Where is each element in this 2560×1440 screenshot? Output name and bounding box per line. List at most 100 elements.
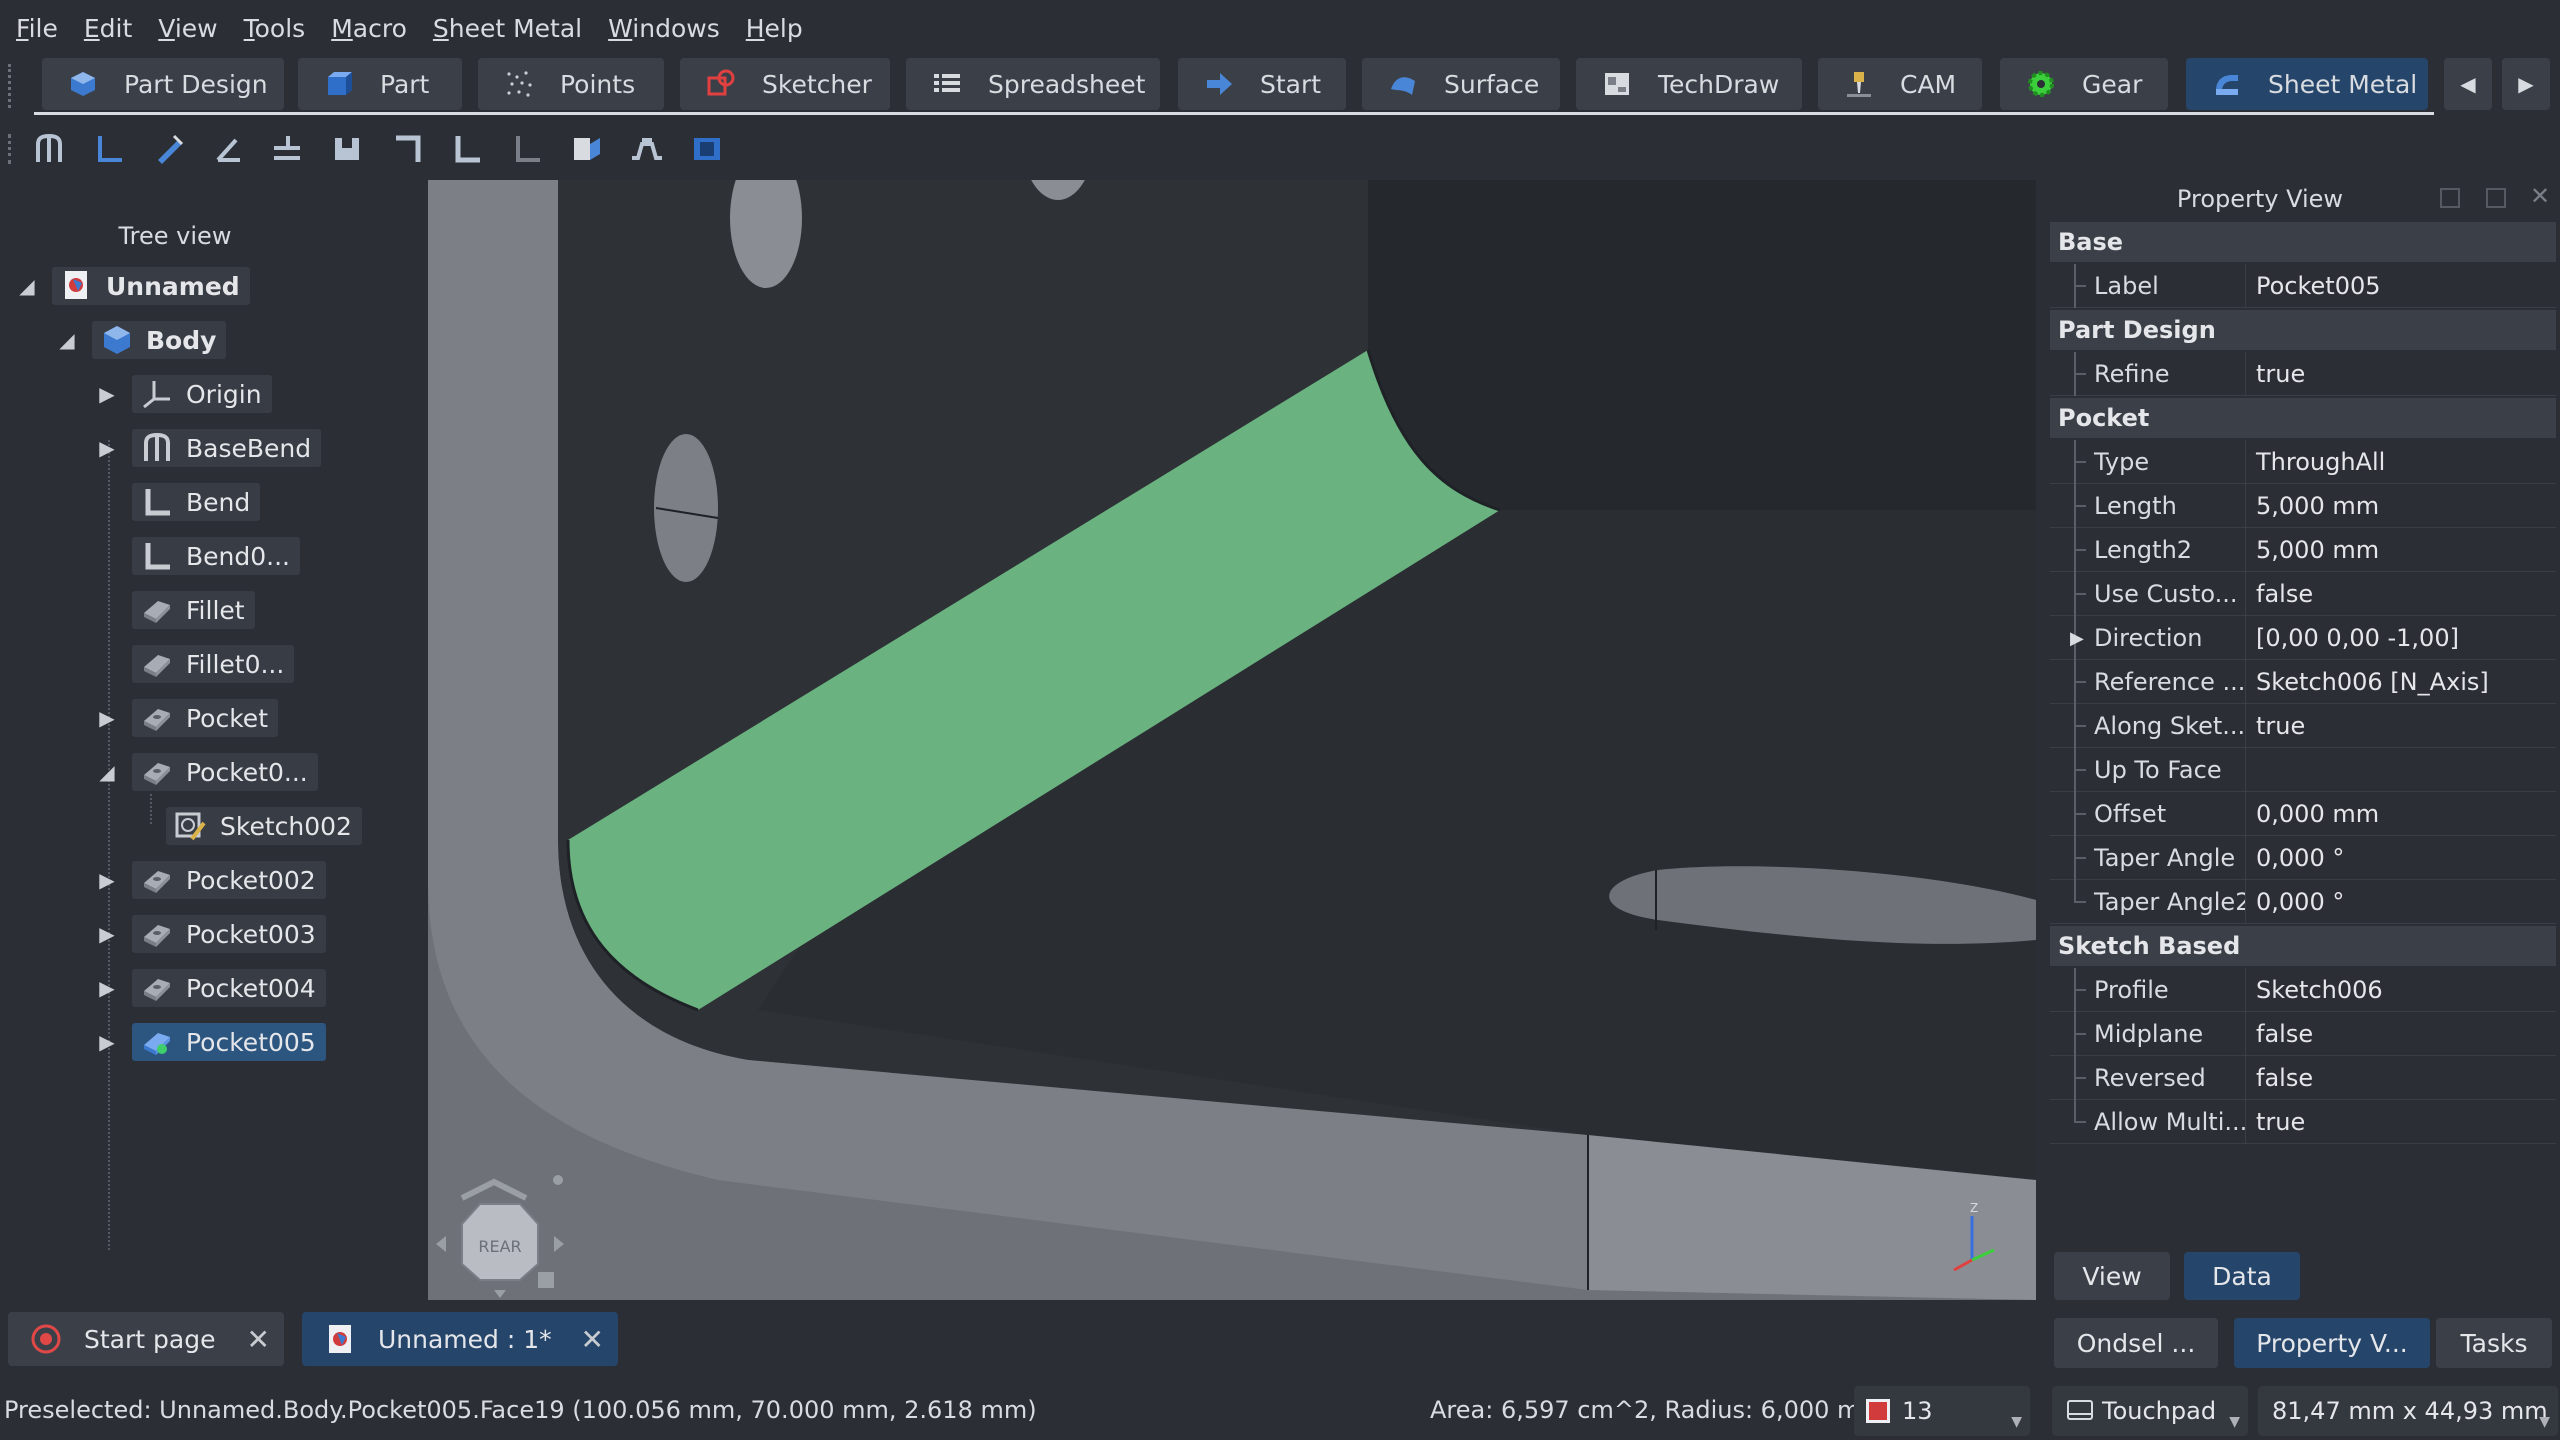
property-length2-row[interactable]: Length2 5,000 mm — [2050, 528, 2556, 572]
property-taper-angle-row[interactable]: Taper Angle 0,000 ° — [2050, 836, 2556, 880]
property-refine-row[interactable]: Refine true — [2050, 352, 2556, 396]
group-base[interactable]: Base — [2050, 222, 2556, 262]
notifications-button[interactable]: 13 ▼ — [1854, 1386, 2030, 1436]
menu-tools[interactable]: Tools — [244, 14, 306, 43]
collapse-icon[interactable]: ◢ — [16, 274, 38, 298]
tree-item-origin[interactable]: ▶ Origin — [96, 374, 272, 414]
property-value[interactable]: true — [2256, 352, 2556, 396]
workbench-tab-spreadsheet[interactable]: Spreadsheet — [906, 58, 1160, 110]
tab-tasks[interactable]: Tasks — [2436, 1318, 2552, 1368]
expand-icon[interactable]: ▶ — [96, 976, 118, 1000]
menu-sheet-metal[interactable]: Sheet Metal — [433, 14, 582, 43]
property-value[interactable]: 0,000 ° — [2256, 836, 2556, 880]
tree-item-bend0[interactable]: Bend0... — [132, 536, 300, 576]
tree-item-fillet[interactable]: Fillet — [132, 590, 255, 630]
workbench-tab-sketcher[interactable]: Sketcher — [680, 58, 890, 110]
property-along-sketch-row[interactable]: Along Sket... true — [2050, 704, 2556, 748]
workbench-scroll-left-button[interactable]: ◀ — [2444, 58, 2492, 110]
tree-item-basebend[interactable]: ▶ BaseBend — [96, 428, 322, 468]
workbench-tab-surface[interactable]: Surface — [1362, 58, 1560, 110]
property-profile-row[interactable]: Profile Sketch006 — [2050, 968, 2556, 1012]
fold-tool-icon[interactable] — [212, 132, 246, 166]
tree-item-fillet0[interactable]: Fillet0... — [132, 644, 295, 684]
tab-data[interactable]: Data — [2184, 1252, 2300, 1300]
bend-tool-icon[interactable] — [450, 132, 484, 166]
property-value[interactable]: true — [2256, 704, 2556, 748]
collapse-icon[interactable]: ◢ — [56, 328, 78, 352]
close-icon[interactable]: ✕ — [581, 1323, 604, 1356]
tree-item-body[interactable]: ◢ Body — [56, 320, 227, 360]
base-shape-tool-icon[interactable] — [690, 132, 724, 166]
menu-macro[interactable]: Macro — [331, 14, 407, 43]
property-midplane-row[interactable]: Midplane false — [2050, 1012, 2556, 1056]
expand-icon[interactable]: ▶ — [96, 436, 118, 460]
menu-file[interactable]: File — [16, 14, 58, 43]
tree-item-pocket003[interactable]: ▶ Pocket003 — [96, 914, 326, 954]
restore-panel-icon[interactable] — [2486, 188, 2506, 208]
property-length-row[interactable]: Length 5,000 mm — [2050, 484, 2556, 528]
property-value[interactable]: 5,000 mm — [2256, 484, 2556, 528]
property-label-row[interactable]: Label Pocket005 — [2050, 264, 2556, 308]
tree-item-unnamed[interactable]: ◢ Unnamed — [16, 266, 250, 306]
workbench-tab-start[interactable]: Start — [1178, 58, 1346, 110]
toolbar-grip[interactable] — [8, 64, 24, 108]
expand-icon[interactable]: ▶ — [96, 706, 118, 730]
property-value[interactable]: false — [2256, 1012, 2556, 1056]
tree-item-bend[interactable]: Bend — [132, 482, 261, 522]
workbench-tab-points[interactable]: Points — [478, 58, 664, 110]
junction-tool-icon[interactable] — [390, 132, 424, 166]
close-icon[interactable]: ✕ — [247, 1323, 270, 1356]
tree-item-pocket[interactable]: ▶ Pocket — [96, 698, 278, 738]
3d-viewport[interactable]: REAR Z — [428, 180, 2036, 1300]
expand-icon[interactable]: ▶ — [96, 922, 118, 946]
expand-icon[interactable]: ▶ — [96, 1030, 118, 1054]
property-value[interactable]: true — [2256, 1100, 2556, 1144]
property-value[interactable] — [2256, 748, 2556, 792]
property-direction-row[interactable]: ▶ Direction [0,00 0,00 -1,00] — [2050, 616, 2556, 660]
property-allow-multi-row[interactable]: Allow Multi... true — [2050, 1100, 2556, 1144]
float-panel-icon[interactable] — [2440, 188, 2460, 208]
tab-ondsel[interactable]: Ondsel ... — [2054, 1318, 2218, 1368]
menu-edit[interactable]: Edit — [84, 14, 132, 43]
expand-icon[interactable]: ▶ — [96, 868, 118, 892]
tree-item-pocket002[interactable]: ▶ Pocket002 — [96, 860, 326, 900]
expand-icon[interactable]: ▶ — [96, 382, 118, 406]
property-value[interactable]: 0,000 mm — [2256, 792, 2556, 836]
property-type-row[interactable]: Type ThroughAll — [2050, 440, 2556, 484]
workbench-scroll-right-button[interactable]: ▶ — [2502, 58, 2550, 110]
property-value[interactable]: [0,00 0,00 -1,00] — [2256, 616, 2556, 660]
doc-tab-unnamed[interactable]: Unnamed : 1* ✕ — [302, 1312, 618, 1366]
tree-item-pocket004[interactable]: ▶ Pocket004 — [96, 968, 326, 1008]
doc-tab-start-page[interactable]: Start page ✕ — [8, 1312, 284, 1366]
make-wall-tool-icon[interactable] — [92, 132, 126, 166]
view-dimensions[interactable]: 81,47 mm x 44,93 mm ▼ — [2258, 1386, 2558, 1436]
form-tool-icon[interactable] — [630, 132, 664, 166]
tree-item-sketch002[interactable]: Sketch002 — [166, 806, 362, 846]
workbench-tab-part[interactable]: Part — [298, 58, 462, 110]
property-taper-angle2-row[interactable]: Taper Angle2 0,000 ° — [2050, 880, 2556, 924]
property-reference-row[interactable]: Reference ... Sketch006 [N_Axis] — [2050, 660, 2556, 704]
property-value[interactable]: false — [2256, 1056, 2556, 1100]
close-panel-icon[interactable]: ✕ — [2530, 182, 2550, 210]
group-pocket[interactable]: Pocket — [2050, 398, 2556, 438]
tree-item-pocket0[interactable]: ◢ Pocket0... — [96, 752, 318, 792]
base-bend-tool-icon[interactable] — [32, 132, 66, 166]
toolbar-grip[interactable] — [8, 134, 18, 164]
group-sketch-based[interactable]: Sketch Based — [2050, 926, 2556, 966]
property-value[interactable]: Pocket005 — [2256, 264, 2556, 308]
sketch-on-sheet-tool-icon[interactable] — [510, 132, 544, 166]
property-value[interactable]: Sketch006 — [2256, 968, 2556, 1012]
workbench-tab-part-design[interactable]: Part Design — [42, 58, 284, 110]
property-use-custom-row[interactable]: Use Custo... false — [2050, 572, 2556, 616]
property-value[interactable]: 5,000 mm — [2256, 528, 2556, 572]
extend-face-tool-icon[interactable] — [152, 132, 186, 166]
property-up-to-face-row[interactable]: Up To Face — [2050, 748, 2556, 792]
navigation-cube[interactable]: REAR — [430, 1168, 570, 1298]
workbench-tab-sheet-metal[interactable]: Sheet Metal — [2186, 58, 2428, 110]
tree-item-pocket005[interactable]: ▶ Pocket005 — [96, 1022, 326, 1062]
navigation-style-button[interactable]: Touchpad ▼ — [2052, 1386, 2248, 1436]
corner-relief-tool-icon[interactable] — [330, 132, 364, 166]
collapse-icon[interactable]: ◢ — [96, 760, 118, 784]
property-value[interactable]: 0,000 ° — [2256, 880, 2556, 924]
group-part-design[interactable]: Part Design — [2050, 310, 2556, 350]
